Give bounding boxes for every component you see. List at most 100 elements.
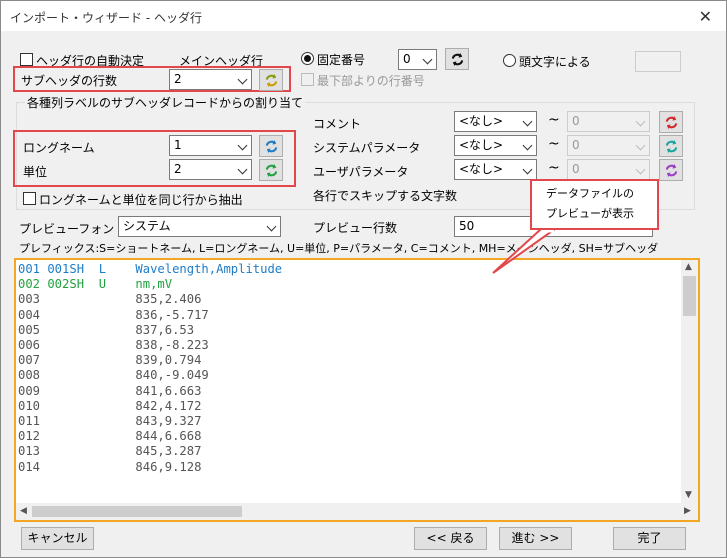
preview-line: 011 843,9.327	[18, 414, 202, 429]
callout-line-2: プレビューが表示	[546, 207, 634, 220]
longname-combo[interactable]: 1	[169, 135, 252, 156]
chevron-down-icon	[522, 164, 533, 175]
preview-line: 005 837,6.53	[18, 322, 195, 337]
same-row-checkbox[interactable]	[23, 192, 36, 205]
subheader-count-value: 2	[174, 72, 182, 86]
userparam-tilde: ~	[548, 160, 560, 176]
callout-pointer	[492, 228, 559, 274]
preview-line: 001 001SH L Wavelength,Amplitude	[18, 262, 283, 276]
preview-line: 010 842,4.172	[18, 398, 202, 413]
refresh-icon	[665, 163, 678, 178]
back-button[interactable]: << 戻る	[414, 527, 487, 550]
chevron-down-icon	[635, 164, 646, 175]
chevron-down-icon	[237, 140, 248, 151]
sysparam-value: <なし>	[459, 138, 504, 152]
sysparam-to-combo[interactable]: 0	[567, 135, 650, 156]
skip-chars-label: 各行でスキップする文字数	[313, 189, 458, 203]
userparam-combo[interactable]: <なし>	[454, 159, 537, 180]
subheader-count-label: サブヘッダの行数	[21, 74, 118, 88]
auto-detect-checkbox[interactable]	[20, 53, 33, 66]
preview-line: 014 846,9.128	[18, 459, 202, 474]
userparam-refresh-button[interactable]	[659, 159, 683, 181]
scroll-down-icon[interactable]: ▼	[685, 490, 692, 500]
comment-combo[interactable]: <なし>	[454, 111, 537, 132]
preview-line: 002 002SH U nm,mV	[18, 277, 173, 292]
sysparam-tilde: ~	[548, 136, 560, 152]
preview-font-value: システム	[123, 219, 171, 233]
close-icon[interactable]: ✕	[699, 7, 712, 26]
preview-rows-label: プレビュー行数	[313, 221, 398, 235]
sysparam-refresh-button[interactable]	[659, 135, 683, 157]
chevron-down-icon	[237, 74, 248, 85]
fixed-number-value: 0	[403, 52, 411, 66]
chevron-down-icon	[522, 116, 533, 127]
bottom-row-label: 最下部よりの行番号	[317, 74, 425, 88]
leading-char-radio[interactable]	[503, 54, 516, 67]
callout-line-1: データファイルの	[546, 187, 634, 200]
preview-rows-value: 50	[459, 219, 475, 233]
preview-font-combo[interactable]: システム	[118, 216, 281, 237]
leading-char-input[interactable]	[635, 51, 681, 72]
scroll-right-icon[interactable]: ▶	[684, 506, 691, 516]
horizontal-scrollbar[interactable]: ◀ ▶	[16, 503, 698, 520]
longname-refresh-button[interactable]	[259, 135, 283, 157]
comment-to-value: 0	[572, 114, 580, 128]
refresh-icon	[451, 52, 464, 67]
userparam-to-combo[interactable]: 0	[567, 159, 650, 180]
scroll-up-icon[interactable]: ▲	[685, 262, 692, 272]
comment-tilde: ~	[548, 112, 560, 128]
fixed-number-label: 固定番号	[317, 53, 366, 67]
preview-line: 007 839,0.794	[18, 353, 202, 368]
refresh-icon	[665, 139, 678, 154]
leading-char-label: 頭文字による	[519, 55, 591, 69]
chevron-down-icon	[522, 140, 533, 151]
vertical-scrollbar[interactable]: ▲ ▼	[681, 260, 698, 504]
longname-label: ロングネーム	[23, 141, 95, 155]
preview-pane[interactable]: 001 001SH L Wavelength,Amplitude 002 002S…	[14, 258, 700, 522]
import-wizard-window: インポート・ウィザード - ヘッダ行 ✕ ヘッダ行の自動決定 メインヘッダ行 固…	[0, 0, 727, 558]
sysparam-combo[interactable]: <なし>	[454, 135, 537, 156]
finish-button[interactable]: 完了	[613, 527, 686, 550]
vertical-scroll-thumb[interactable]	[683, 276, 696, 316]
unit-combo[interactable]: 2	[169, 159, 252, 180]
subheader-refresh-button[interactable]	[259, 69, 283, 91]
window-title: インポート・ウィザード - ヘッダ行	[10, 11, 202, 25]
next-button[interactable]: 進む >>	[499, 527, 572, 550]
preview-line: 012 844,6.668	[18, 429, 202, 444]
title-bar: インポート・ウィザード - ヘッダ行 ✕	[1, 1, 726, 31]
same-row-label: ロングネームと単位を同じ行から抽出	[39, 193, 243, 207]
userparam-value: <なし>	[459, 162, 504, 176]
comment-to-combo[interactable]: 0	[567, 111, 650, 132]
chevron-down-icon	[237, 164, 248, 175]
bottom-row-checkbox[interactable]	[301, 73, 314, 86]
unit-refresh-button[interactable]	[259, 159, 283, 181]
preview-line: 013 845,3.287	[18, 444, 202, 459]
sysparam-label: システムパラメータ	[313, 141, 421, 155]
sysparam-to-value: 0	[572, 138, 580, 152]
scroll-left-icon[interactable]: ◀	[20, 506, 27, 516]
fixed-number-refresh-button[interactable]	[445, 48, 469, 70]
refresh-icon	[665, 115, 678, 130]
subheader-count-combo[interactable]: 2	[169, 69, 252, 90]
preview-lines: 001 001SH L Wavelength,Amplitude 002 002S…	[18, 262, 282, 475]
refresh-icon	[265, 139, 278, 154]
preview-line: 008 840,-9.049	[18, 368, 209, 383]
preview-line: 009 841,6.663	[18, 383, 202, 398]
cancel-button[interactable]: キャンセル	[21, 527, 94, 550]
preview-line: 003 835,2.406	[18, 292, 202, 307]
preview-line: 004 836,-5.717	[18, 307, 209, 322]
comment-refresh-button[interactable]	[659, 111, 683, 133]
horizontal-scroll-thumb[interactable]	[32, 506, 242, 517]
preview-callout: データファイルの プレビューが表示	[530, 179, 659, 230]
unit-label: 単位	[23, 165, 48, 179]
refresh-icon	[265, 163, 278, 178]
fixed-number-combo[interactable]: 0	[398, 49, 437, 70]
longname-value: 1	[174, 138, 182, 152]
refresh-icon	[265, 73, 278, 88]
chevron-down-icon	[266, 221, 277, 232]
userparam-to-value: 0	[572, 162, 580, 176]
fixed-number-radio[interactable]	[301, 52, 314, 65]
assign-group-label: 各種列ラベルのサブヘッダレコードからの割り当て	[25, 94, 306, 111]
chevron-down-icon	[422, 54, 433, 65]
userparam-label: ユーザパラメータ	[313, 165, 409, 179]
